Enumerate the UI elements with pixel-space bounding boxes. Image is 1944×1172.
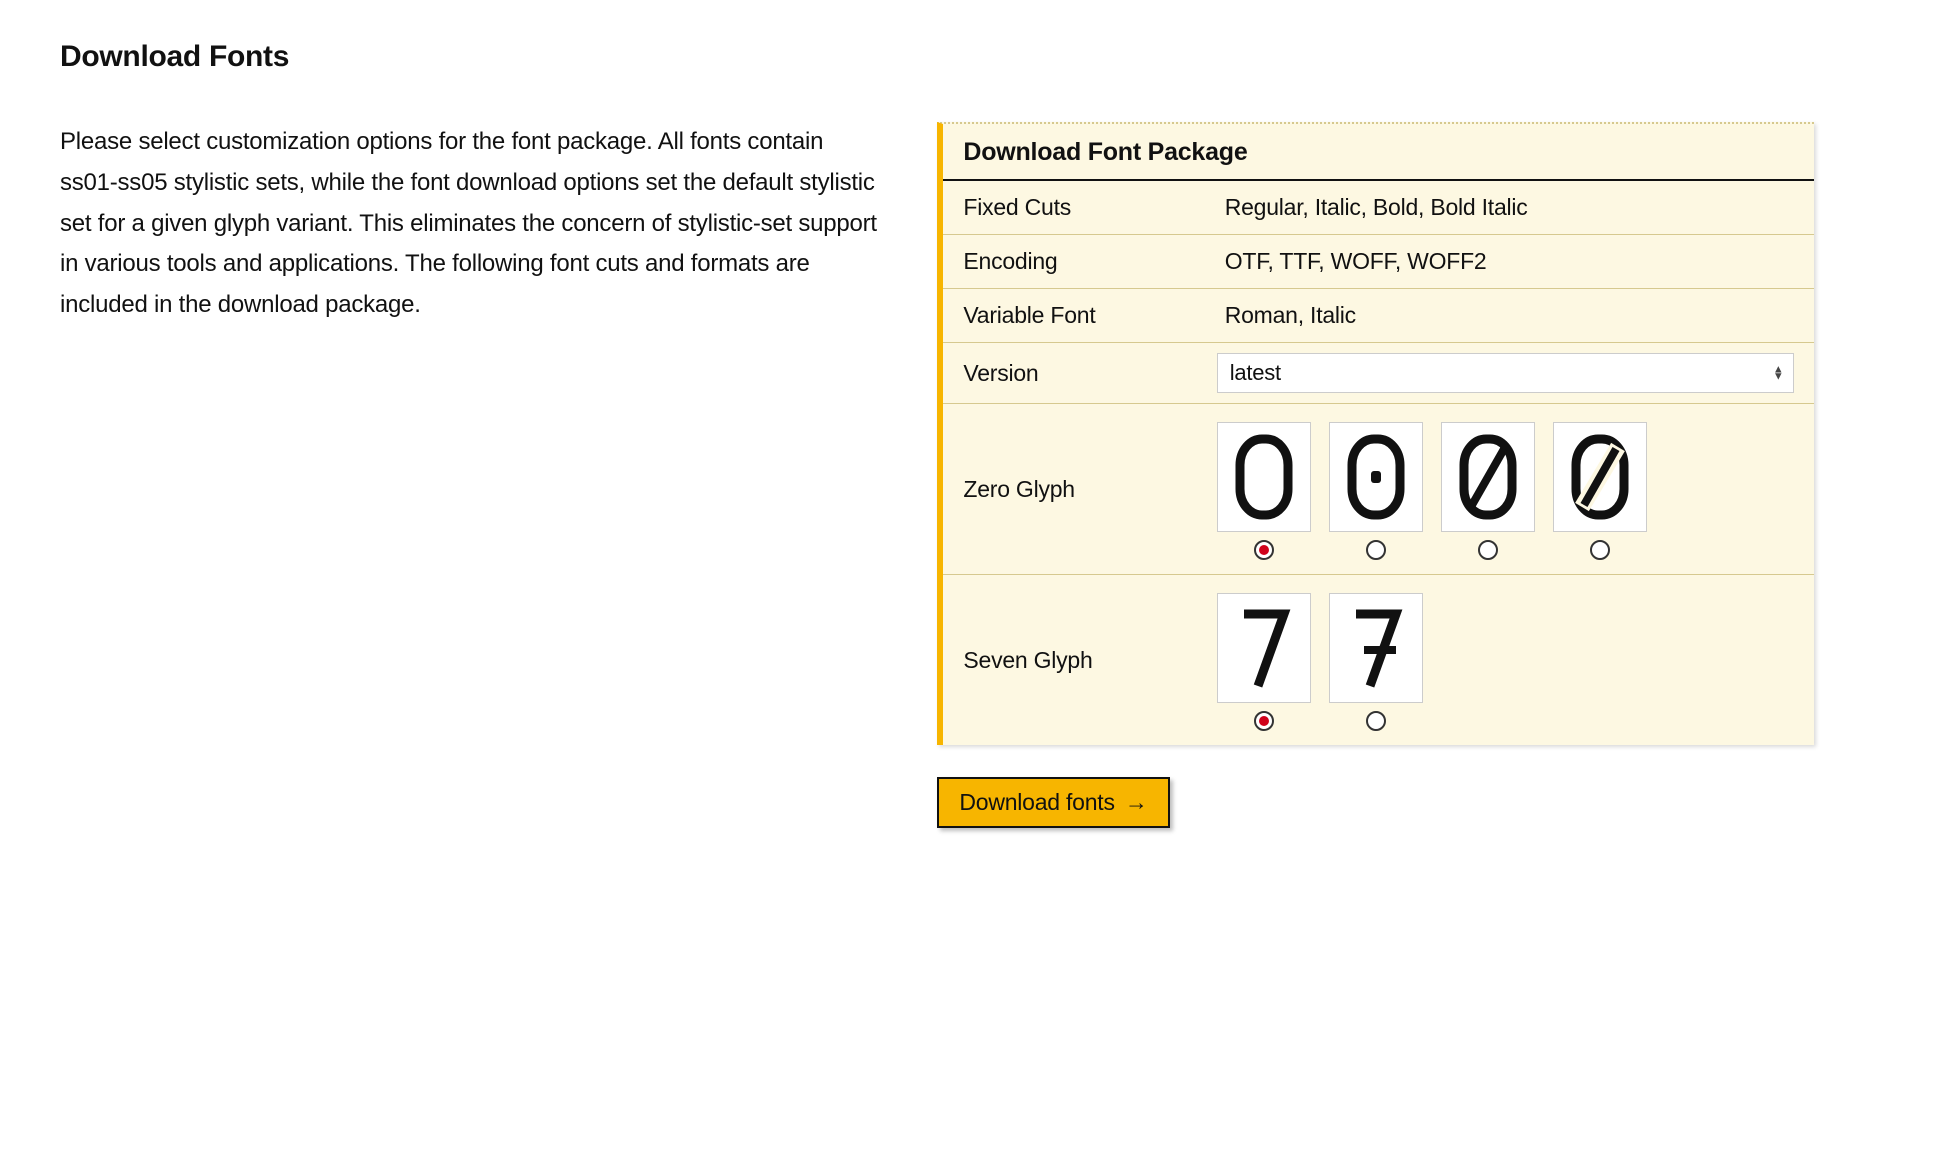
radio-zero-plain[interactable]	[1254, 540, 1274, 560]
label-seven-glyph: Seven Glyph	[943, 634, 1204, 687]
arrow-right-icon: →	[1125, 789, 1148, 815]
seven-plain-icon	[1217, 593, 1311, 703]
zero-glyph-option-dotted[interactable]	[1329, 422, 1423, 560]
row-variable-font: Variable Font Roman, Italic	[943, 289, 1814, 343]
radio-zero-reverse-slashed[interactable]	[1590, 540, 1610, 560]
label-zero-glyph: Zero Glyph	[943, 463, 1204, 516]
download-panel: Download Font Package Fixed Cuts Regular…	[937, 122, 1814, 745]
radio-seven-plain[interactable]	[1254, 711, 1274, 731]
panel-title: Download Font Package	[943, 124, 1814, 181]
zero-glyph-option-slashed[interactable]	[1441, 422, 1535, 560]
radio-zero-dotted[interactable]	[1366, 540, 1386, 560]
zero-glyph-option-plain[interactable]	[1217, 422, 1311, 560]
download-fonts-button[interactable]: Download fonts →	[937, 777, 1169, 828]
label-fixed-cuts: Fixed Cuts	[943, 181, 1204, 234]
radio-zero-slashed[interactable]	[1478, 540, 1498, 560]
intro-paragraph: Please select customization options for …	[60, 122, 883, 326]
chevron-updown-icon: ▲▼	[1773, 366, 1784, 379]
seven-glyph-option-crossed[interactable]	[1329, 593, 1423, 731]
value-fixed-cuts: Regular, Italic, Bold, Bold Italic	[1205, 181, 1815, 234]
row-version: Version latest ▲▼	[943, 343, 1814, 404]
version-selected: latest	[1230, 360, 1281, 385]
zero-reverse-slashed-icon	[1553, 422, 1647, 532]
row-zero-glyph: Zero Glyph	[943, 404, 1814, 575]
value-variable-font: Roman, Italic	[1205, 289, 1815, 342]
page-title: Download Fonts	[60, 40, 1850, 74]
zero-glyph-option-reverse-slashed[interactable]	[1553, 422, 1647, 560]
row-seven-glyph: Seven Glyph	[943, 575, 1814, 745]
row-encoding: Encoding OTF, TTF, WOFF, WOFF2	[943, 235, 1814, 289]
zero-dotted-icon	[1329, 422, 1423, 532]
label-encoding: Encoding	[943, 235, 1204, 288]
download-button-label: Download fonts	[959, 789, 1114, 815]
seven-glyph-option-plain[interactable]	[1217, 593, 1311, 731]
version-select[interactable]: latest ▲▼	[1217, 353, 1795, 393]
row-fixed-cuts: Fixed Cuts Regular, Italic, Bold, Bold I…	[943, 181, 1814, 235]
seven-crossed-icon	[1329, 593, 1423, 703]
zero-plain-icon	[1217, 422, 1311, 532]
label-version: Version	[943, 343, 1204, 403]
label-variable-font: Variable Font	[943, 289, 1204, 342]
radio-seven-crossed[interactable]	[1366, 711, 1386, 731]
value-encoding: OTF, TTF, WOFF, WOFF2	[1205, 235, 1815, 288]
zero-slashed-icon	[1441, 422, 1535, 532]
